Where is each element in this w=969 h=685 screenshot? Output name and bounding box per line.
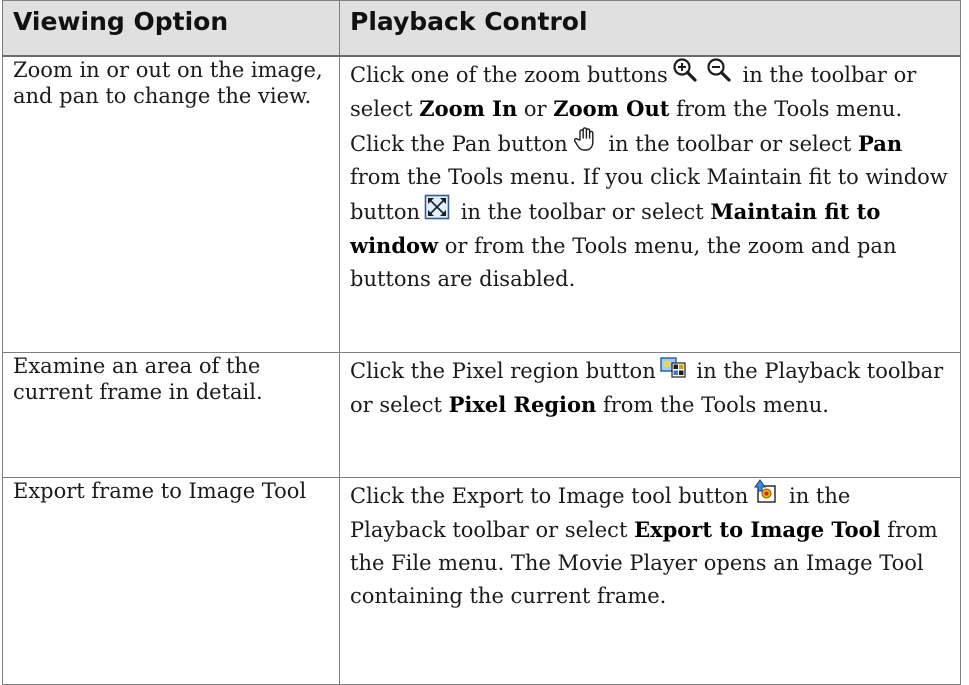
control-text: from the Tools menu.: [602, 393, 829, 417]
menu-item-pixel-region: Pixel Region: [448, 392, 597, 417]
control-text: Click one of the zoom buttons: [350, 62, 668, 87]
control-text: Click the Export to Image tool button: [350, 484, 749, 508]
control-text: Click the Pixel region button: [350, 359, 656, 383]
menu-item-zoom-in: Zoom In: [419, 95, 518, 121]
header-playback-control: Playback Control: [339, 0, 961, 57]
viewing-option-cell: Export frame to Image Tool: [2, 477, 340, 685]
playback-control-cell: Click one of the zoom buttons in the too…: [339, 55, 961, 353]
control-text: in the toolbar or select: [460, 199, 704, 224]
playback-control-cell: Click the Pixel region button in the Pla…: [339, 352, 961, 478]
viewing-options-table: Viewing Option Playback Control Zoom in …: [2, 0, 961, 685]
table-header-row: Viewing Option Playback Control: [2, 0, 961, 57]
zoom-in-icon: [672, 57, 698, 83]
viewing-option-cell: Zoom in or out on the image, and pan to …: [2, 55, 340, 353]
header-viewing-option: Viewing Option: [2, 0, 340, 57]
pan-hand-icon: [572, 126, 598, 152]
export-to-image-tool-icon: [752, 478, 778, 504]
table-row: Zoom in or out on the image, and pan to …: [2, 55, 961, 353]
playback-control-cell: Click the Export to Image tool button in…: [339, 477, 961, 685]
pixel-region-icon: [660, 353, 686, 379]
menu-item-pan: Pan: [858, 130, 903, 156]
menu-item-export-to-image-tool: Export to Image Tool: [634, 517, 881, 542]
viewing-option-cell: Examine an area of the current frame in …: [2, 352, 340, 478]
control-text: in the toolbar or select: [608, 131, 852, 156]
maintain-fit-to-window-icon: [424, 194, 450, 220]
table-row: Export frame to Image Tool Click the Exp…: [2, 477, 961, 685]
zoom-out-icon: [706, 57, 732, 83]
menu-item-zoom-out: Zoom Out: [553, 95, 670, 121]
table-row: Examine an area of the current frame in …: [2, 352, 961, 478]
control-text: or: [523, 96, 547, 121]
